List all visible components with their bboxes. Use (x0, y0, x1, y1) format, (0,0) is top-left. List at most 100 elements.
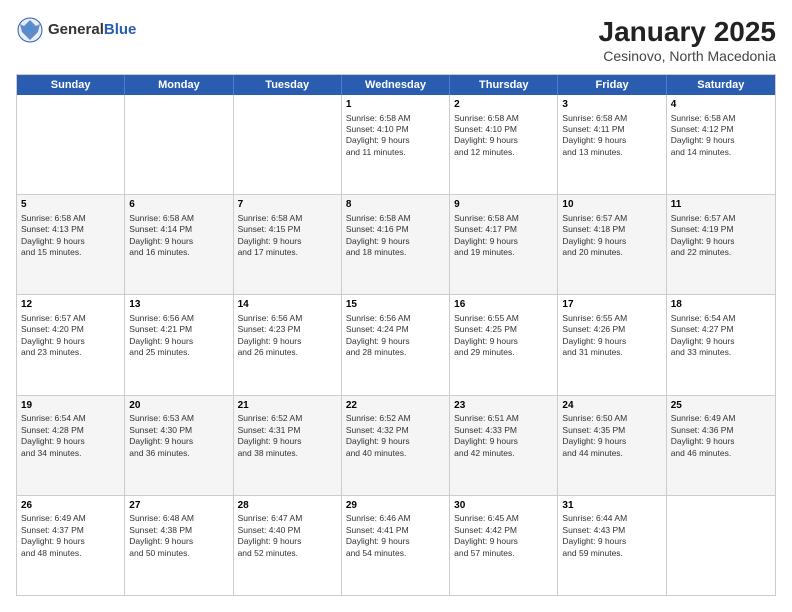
calendar-cell: 4Sunrise: 6:58 AMSunset: 4:12 PMDaylight… (667, 95, 775, 194)
cell-info: Daylight: 9 hours (454, 436, 553, 447)
cell-info: Daylight: 9 hours (21, 536, 120, 547)
day-number: 10 (562, 198, 661, 212)
cell-info: and 44 minutes. (562, 448, 661, 459)
calendar-cell: 24Sunrise: 6:50 AMSunset: 4:35 PMDayligh… (558, 396, 666, 495)
cell-info: Sunset: 4:32 PM (346, 425, 445, 436)
cell-info: Daylight: 9 hours (346, 436, 445, 447)
cell-info: Daylight: 9 hours (129, 436, 228, 447)
cell-info: Daylight: 9 hours (562, 336, 661, 347)
cell-info: and 18 minutes. (346, 247, 445, 258)
cell-info: Sunrise: 6:55 AM (454, 313, 553, 324)
cell-info: and 22 minutes. (671, 247, 771, 258)
page: GeneralBlue January 2025 Cesinovo, North… (0, 0, 792, 612)
day-number: 2 (454, 98, 553, 112)
cell-info: Sunset: 4:11 PM (562, 124, 661, 135)
title-block: January 2025 Cesinovo, North Macedonia (599, 16, 776, 64)
calendar-row-3: 19Sunrise: 6:54 AMSunset: 4:28 PMDayligh… (17, 395, 775, 495)
calendar-cell: 27Sunrise: 6:48 AMSunset: 4:38 PMDayligh… (125, 496, 233, 595)
day-number: 19 (21, 399, 120, 413)
cell-info: Sunset: 4:16 PM (346, 224, 445, 235)
day-number: 29 (346, 499, 445, 513)
day-number: 11 (671, 198, 771, 212)
calendar-cell: 14Sunrise: 6:56 AMSunset: 4:23 PMDayligh… (234, 295, 342, 394)
weekday-header-thursday: Thursday (450, 75, 558, 95)
cell-info: Sunset: 4:18 PM (562, 224, 661, 235)
calendar-cell: 1Sunrise: 6:58 AMSunset: 4:10 PMDaylight… (342, 95, 450, 194)
cell-info: Sunset: 4:41 PM (346, 525, 445, 536)
calendar-row-2: 12Sunrise: 6:57 AMSunset: 4:20 PMDayligh… (17, 294, 775, 394)
day-number: 13 (129, 298, 228, 312)
cell-info: Sunset: 4:43 PM (562, 525, 661, 536)
day-number: 6 (129, 198, 228, 212)
cell-info: Sunset: 4:10 PM (346, 124, 445, 135)
calendar-cell: 13Sunrise: 6:56 AMSunset: 4:21 PMDayligh… (125, 295, 233, 394)
cell-info: Sunrise: 6:47 AM (238, 513, 337, 524)
calendar-cell: 19Sunrise: 6:54 AMSunset: 4:28 PMDayligh… (17, 396, 125, 495)
cell-info: and 36 minutes. (129, 448, 228, 459)
cell-info: and 15 minutes. (21, 247, 120, 258)
cell-info: Daylight: 9 hours (346, 236, 445, 247)
cell-info: Daylight: 9 hours (562, 436, 661, 447)
cell-info: Sunrise: 6:55 AM (562, 313, 661, 324)
cell-info: Daylight: 9 hours (21, 436, 120, 447)
calendar-cell (234, 95, 342, 194)
cell-info: Sunrise: 6:58 AM (454, 213, 553, 224)
cell-info: Sunrise: 6:50 AM (562, 413, 661, 424)
cell-info: Daylight: 9 hours (21, 336, 120, 347)
cell-info: and 28 minutes. (346, 347, 445, 358)
cell-info: Sunset: 4:40 PM (238, 525, 337, 536)
day-number: 25 (671, 399, 771, 413)
cell-info: Sunrise: 6:58 AM (346, 113, 445, 124)
cell-info: Sunset: 4:12 PM (671, 124, 771, 135)
cell-info: Sunset: 4:14 PM (129, 224, 228, 235)
day-number: 3 (562, 98, 661, 112)
calendar-body: 1Sunrise: 6:58 AMSunset: 4:10 PMDaylight… (17, 95, 775, 595)
calendar-cell: 18Sunrise: 6:54 AMSunset: 4:27 PMDayligh… (667, 295, 775, 394)
cell-info: Daylight: 9 hours (454, 536, 553, 547)
day-number: 7 (238, 198, 337, 212)
calendar-cell: 17Sunrise: 6:55 AMSunset: 4:26 PMDayligh… (558, 295, 666, 394)
cell-info: Sunset: 4:31 PM (238, 425, 337, 436)
cell-info: and 17 minutes. (238, 247, 337, 258)
cell-info: Daylight: 9 hours (129, 536, 228, 547)
cell-info: Sunset: 4:37 PM (21, 525, 120, 536)
cell-info: and 48 minutes. (21, 548, 120, 559)
cell-info: Sunset: 4:30 PM (129, 425, 228, 436)
calendar-cell: 30Sunrise: 6:45 AMSunset: 4:42 PMDayligh… (450, 496, 558, 595)
cell-info: Daylight: 9 hours (454, 336, 553, 347)
cell-info: Sunset: 4:10 PM (454, 124, 553, 135)
calendar-title: January 2025 (599, 16, 776, 48)
calendar-cell: 2Sunrise: 6:58 AMSunset: 4:10 PMDaylight… (450, 95, 558, 194)
cell-info: Sunrise: 6:46 AM (346, 513, 445, 524)
cell-info: Sunrise: 6:45 AM (454, 513, 553, 524)
day-number: 14 (238, 298, 337, 312)
calendar-location: Cesinovo, North Macedonia (599, 48, 776, 64)
calendar-cell: 6Sunrise: 6:58 AMSunset: 4:14 PMDaylight… (125, 195, 233, 294)
cell-info: Daylight: 9 hours (454, 236, 553, 247)
calendar-cell: 25Sunrise: 6:49 AMSunset: 4:36 PMDayligh… (667, 396, 775, 495)
logo-blue: Blue (104, 21, 137, 38)
cell-info: Sunrise: 6:44 AM (562, 513, 661, 524)
calendar-cell: 8Sunrise: 6:58 AMSunset: 4:16 PMDaylight… (342, 195, 450, 294)
cell-info: Sunset: 4:15 PM (238, 224, 337, 235)
cell-info: Sunrise: 6:56 AM (346, 313, 445, 324)
cell-info: Sunrise: 6:58 AM (129, 213, 228, 224)
cell-info: Sunrise: 6:52 AM (346, 413, 445, 424)
calendar-cell: 15Sunrise: 6:56 AMSunset: 4:24 PMDayligh… (342, 295, 450, 394)
cell-info: Sunrise: 6:58 AM (562, 113, 661, 124)
cell-info: and 59 minutes. (562, 548, 661, 559)
calendar-cell (667, 496, 775, 595)
cell-info: Sunrise: 6:54 AM (671, 313, 771, 324)
cell-info: Daylight: 9 hours (129, 336, 228, 347)
cell-info: Sunrise: 6:58 AM (671, 113, 771, 124)
weekday-header-wednesday: Wednesday (342, 75, 450, 95)
cell-info: and 26 minutes. (238, 347, 337, 358)
cell-info: Daylight: 9 hours (671, 436, 771, 447)
cell-info: Sunrise: 6:58 AM (21, 213, 120, 224)
cell-info: Daylight: 9 hours (238, 536, 337, 547)
day-number: 4 (671, 98, 771, 112)
cell-info: Sunrise: 6:49 AM (21, 513, 120, 524)
calendar-cell: 5Sunrise: 6:58 AMSunset: 4:13 PMDaylight… (17, 195, 125, 294)
day-number: 22 (346, 399, 445, 413)
cell-info: Sunset: 4:26 PM (562, 324, 661, 335)
